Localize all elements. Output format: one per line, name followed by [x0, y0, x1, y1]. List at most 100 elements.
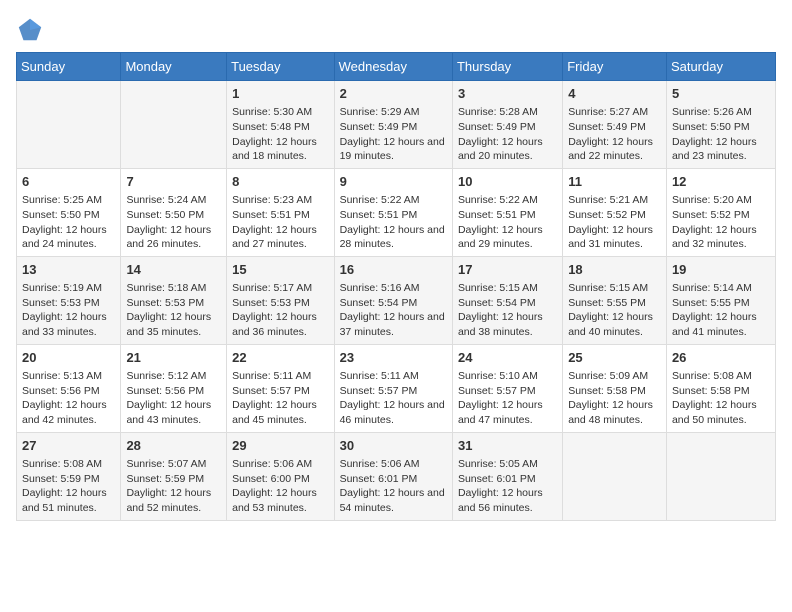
- cell-4-6: 25Sunrise: 5:09 AMSunset: 5:58 PMDayligh…: [563, 344, 667, 432]
- sunrise-info: Sunrise: 5:25 AMSunset: 5:50 PMDaylight:…: [22, 194, 107, 250]
- sunrise-info: Sunrise: 5:05 AMSunset: 6:01 PMDaylight:…: [458, 458, 543, 514]
- sunrise-info: Sunrise: 5:22 AMSunset: 5:51 PMDaylight:…: [340, 194, 445, 250]
- cell-2-7: 12 Sunrise: 5:20 AMSunset: 5:52 PMDayligh…: [666, 168, 775, 256]
- day-number: 7: [126, 173, 221, 191]
- cell-5-7: [666, 432, 775, 520]
- sunrise-info: Sunrise: 5:20 AMSunset: 5:52 PMDaylight:…: [672, 194, 757, 250]
- col-wednesday: Wednesday: [334, 53, 452, 81]
- day-number: 28: [126, 437, 221, 455]
- sunrise-info: Sunrise: 5:18 AMSunset: 5:53 PMDaylight:…: [126, 282, 211, 338]
- calendar-body: 1 Sunrise: 5:30 AMSunset: 5:48 PMDaylight…: [17, 81, 776, 521]
- cell-2-3: 8 Sunrise: 5:23 AMSunset: 5:51 PMDaylight…: [227, 168, 334, 256]
- day-number: 10: [458, 173, 557, 191]
- sunrise-info: Sunrise: 5:15 AMSunset: 5:55 PMDaylight:…: [568, 282, 653, 338]
- day-number: 12: [672, 173, 770, 191]
- cell-2-5: 10 Sunrise: 5:22 AMSunset: 5:51 PMDayligh…: [452, 168, 562, 256]
- cell-5-5: 31 Sunrise: 5:05 AMSunset: 6:01 PMDayligh…: [452, 432, 562, 520]
- sunrise-info: Sunrise: 5:21 AMSunset: 5:52 PMDaylight:…: [568, 194, 653, 250]
- cell-2-2: 7 Sunrise: 5:24 AMSunset: 5:50 PMDaylight…: [121, 168, 227, 256]
- sunrise-info: Sunrise: 5:17 AMSunset: 5:53 PMDaylight:…: [232, 282, 317, 338]
- week-row-3: 13 Sunrise: 5:19 AMSunset: 5:53 PMDayligh…: [17, 256, 776, 344]
- day-number: 23: [340, 349, 447, 367]
- cell-5-2: 28 Sunrise: 5:07 AMSunset: 5:59 PMDayligh…: [121, 432, 227, 520]
- day-number: 24: [458, 349, 557, 367]
- calendar-table: Sunday Monday Tuesday Wednesday Thursday…: [16, 52, 776, 521]
- sunrise-info: Sunrise: 5:19 AMSunset: 5:53 PMDaylight:…: [22, 282, 107, 338]
- day-number: 31: [458, 437, 557, 455]
- sunrise-info: Sunrise: 5:14 AMSunset: 5:55 PMDaylight:…: [672, 282, 757, 338]
- week-row-4: 20Sunrise: 5:13 AMSunset: 5:56 PMDayligh…: [17, 344, 776, 432]
- sunrise-info: Sunrise: 5:06 AMSunset: 6:00 PMDaylight:…: [232, 458, 317, 514]
- day-number: 4: [568, 85, 661, 103]
- day-number: 9: [340, 173, 447, 191]
- day-number: 20: [22, 349, 115, 367]
- page-header: [16, 16, 776, 44]
- cell-3-3: 15 Sunrise: 5:17 AMSunset: 5:53 PMDayligh…: [227, 256, 334, 344]
- day-number: 22: [232, 349, 328, 367]
- day-number: 19: [672, 261, 770, 279]
- day-number: 21: [126, 349, 221, 367]
- cell-5-6: [563, 432, 667, 520]
- sunrise-info: Sunrise: 5:08 AMSunset: 5:58 PMDaylight:…: [672, 370, 757, 426]
- day-number: 13: [22, 261, 115, 279]
- col-thursday: Thursday: [452, 53, 562, 81]
- cell-1-3: 1 Sunrise: 5:30 AMSunset: 5:48 PMDaylight…: [227, 81, 334, 169]
- cell-3-1: 13 Sunrise: 5:19 AMSunset: 5:53 PMDayligh…: [17, 256, 121, 344]
- day-number: 27: [22, 437, 115, 455]
- day-number: 25: [568, 349, 661, 367]
- col-monday: Monday: [121, 53, 227, 81]
- day-number: 16: [340, 261, 447, 279]
- sunrise-info: Sunrise: 5:08 AMSunset: 5:59 PMDaylight:…: [22, 458, 107, 514]
- sunrise-info: Sunrise: 5:16 AMSunset: 5:54 PMDaylight:…: [340, 282, 445, 338]
- cell-1-6: 4 Sunrise: 5:27 AMSunset: 5:49 PMDaylight…: [563, 81, 667, 169]
- cell-4-2: 21 Sunrise: 5:12 AMSunset: 5:56 PMDayligh…: [121, 344, 227, 432]
- cell-3-6: 18Sunrise: 5:15 AMSunset: 5:55 PMDayligh…: [563, 256, 667, 344]
- cell-1-5: 3Sunrise: 5:28 AMSunset: 5:49 PMDaylight…: [452, 81, 562, 169]
- week-row-5: 27 Sunrise: 5:08 AMSunset: 5:59 PMDayligh…: [17, 432, 776, 520]
- sunrise-info: Sunrise: 5:12 AMSunset: 5:56 PMDaylight:…: [126, 370, 211, 426]
- day-number: 29: [232, 437, 328, 455]
- cell-2-4: 9 Sunrise: 5:22 AMSunset: 5:51 PMDaylight…: [334, 168, 452, 256]
- cell-4-1: 20Sunrise: 5:13 AMSunset: 5:56 PMDayligh…: [17, 344, 121, 432]
- col-sunday: Sunday: [17, 53, 121, 81]
- day-number: 5: [672, 85, 770, 103]
- cell-5-1: 27 Sunrise: 5:08 AMSunset: 5:59 PMDayligh…: [17, 432, 121, 520]
- day-number: 17: [458, 261, 557, 279]
- sunrise-info: Sunrise: 5:23 AMSunset: 5:51 PMDaylight:…: [232, 194, 317, 250]
- sunrise-info: Sunrise: 5:28 AMSunset: 5:49 PMDaylight:…: [458, 106, 543, 162]
- cell-3-2: 14 Sunrise: 5:18 AMSunset: 5:53 PMDayligh…: [121, 256, 227, 344]
- logo-icon: [16, 16, 44, 44]
- day-number: 2: [340, 85, 447, 103]
- cell-1-4: 2Sunrise: 5:29 AMSunset: 5:49 PMDaylight…: [334, 81, 452, 169]
- day-number: 11: [568, 173, 661, 191]
- header-row: Sunday Monday Tuesday Wednesday Thursday…: [17, 53, 776, 81]
- day-number: 15: [232, 261, 328, 279]
- cell-1-2: [121, 81, 227, 169]
- day-number: 26: [672, 349, 770, 367]
- day-number: 8: [232, 173, 328, 191]
- sunrise-info: Sunrise: 5:22 AMSunset: 5:51 PMDaylight:…: [458, 194, 543, 250]
- sunrise-info: Sunrise: 5:11 AMSunset: 5:57 PMDaylight:…: [232, 370, 317, 426]
- col-friday: Friday: [563, 53, 667, 81]
- cell-4-7: 26 Sunrise: 5:08 AMSunset: 5:58 PMDayligh…: [666, 344, 775, 432]
- cell-1-7: 5Sunrise: 5:26 AMSunset: 5:50 PMDaylight…: [666, 81, 775, 169]
- sunrise-info: Sunrise: 5:10 AMSunset: 5:57 PMDaylight:…: [458, 370, 543, 426]
- sunrise-info: Sunrise: 5:24 AMSunset: 5:50 PMDaylight:…: [126, 194, 211, 250]
- day-number: 1: [232, 85, 328, 103]
- day-number: 30: [340, 437, 447, 455]
- col-tuesday: Tuesday: [227, 53, 334, 81]
- sunrise-info: Sunrise: 5:27 AMSunset: 5:49 PMDaylight:…: [568, 106, 653, 162]
- cell-2-1: 6 Sunrise: 5:25 AMSunset: 5:50 PMDaylight…: [17, 168, 121, 256]
- sunrise-info: Sunrise: 5:07 AMSunset: 5:59 PMDaylight:…: [126, 458, 211, 514]
- cell-3-5: 17Sunrise: 5:15 AMSunset: 5:54 PMDayligh…: [452, 256, 562, 344]
- sunrise-info: Sunrise: 5:06 AMSunset: 6:01 PMDaylight:…: [340, 458, 445, 514]
- cell-4-4: 23 Sunrise: 5:11 AMSunset: 5:57 PMDayligh…: [334, 344, 452, 432]
- cell-2-6: 11 Sunrise: 5:21 AMSunset: 5:52 PMDayligh…: [563, 168, 667, 256]
- day-number: 14: [126, 261, 221, 279]
- cell-5-3: 29 Sunrise: 5:06 AMSunset: 6:00 PMDayligh…: [227, 432, 334, 520]
- sunrise-info: Sunrise: 5:30 AMSunset: 5:48 PMDaylight:…: [232, 106, 317, 162]
- cell-3-4: 16 Sunrise: 5:16 AMSunset: 5:54 PMDayligh…: [334, 256, 452, 344]
- sunrise-info: Sunrise: 5:11 AMSunset: 5:57 PMDaylight:…: [340, 370, 445, 426]
- week-row-1: 1 Sunrise: 5:30 AMSunset: 5:48 PMDaylight…: [17, 81, 776, 169]
- day-number: 6: [22, 173, 115, 191]
